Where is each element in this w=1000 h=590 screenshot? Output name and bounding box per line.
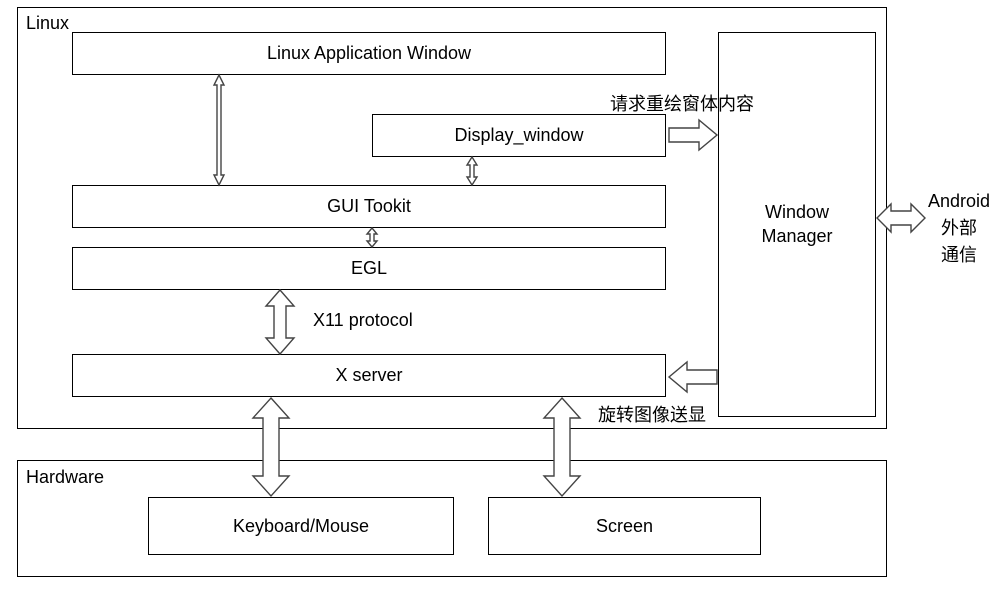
arrow-display-wm bbox=[669, 117, 717, 153]
arrow-xserver-keyboard bbox=[247, 398, 295, 496]
box-egl: EGL bbox=[72, 247, 666, 290]
arrow-wm-xserver bbox=[669, 359, 717, 395]
box-screen: Screen bbox=[488, 497, 761, 555]
arrow-app-gui bbox=[209, 75, 229, 185]
box-display-window: Display_window bbox=[372, 114, 666, 157]
arrow-gui-egl bbox=[363, 228, 381, 247]
arrow-wm-android bbox=[877, 200, 925, 236]
box-keyboard-mouse: Keyboard/Mouse bbox=[148, 497, 454, 555]
arrow-xserver-screen bbox=[538, 398, 586, 496]
arrow-egl-xserver bbox=[262, 290, 298, 354]
label-android-comm: Android 外部 通信 bbox=[928, 188, 990, 269]
label-rotate-image: 旋转图像送显 bbox=[598, 401, 706, 427]
box-linux-application-window: Linux Application Window bbox=[72, 32, 666, 75]
box-gui-toolkit: GUI Tookit bbox=[72, 185, 666, 228]
diagram-canvas: Linux Window Manager Linux Application W… bbox=[0, 0, 1000, 590]
group-hardware-label: Hardware bbox=[26, 467, 104, 488]
arrow-display-gui bbox=[463, 157, 481, 185]
box-xserver: X server bbox=[72, 354, 666, 397]
group-linux-label: Linux bbox=[26, 13, 69, 34]
label-x11-protocol: X11 protocol bbox=[313, 310, 413, 331]
label-request-redraw: 请求重绘窗体内容 bbox=[610, 90, 754, 116]
